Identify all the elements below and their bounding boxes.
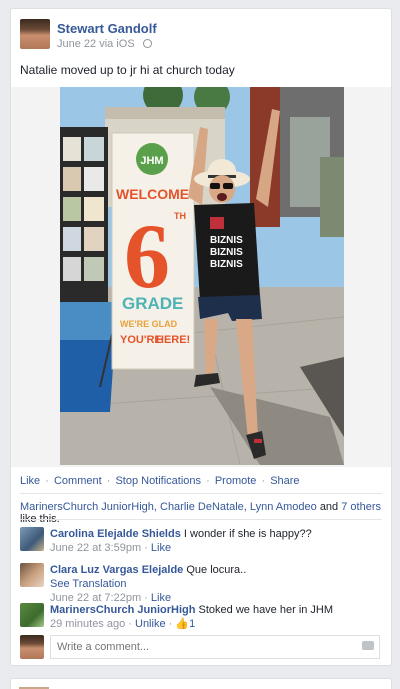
- comment-body: Clara Luz Vargas Elejalde Que locura.. S…: [50, 563, 380, 605]
- shirt-text-3: BIZNIS: [210, 259, 243, 270]
- viewer-avatar: [20, 635, 44, 659]
- separator: ·: [258, 475, 269, 487]
- post-meta: June 22 via iOS: [57, 38, 152, 50]
- thumbs-up-icon[interactable]: 👍: [175, 618, 189, 630]
- author-name[interactable]: Stewart Gandolf: [57, 21, 157, 36]
- comment-author[interactable]: Carolina Elejalde Shields: [50, 528, 181, 540]
- separator: ·: [203, 475, 213, 487]
- likes-summary: MarinersChurch JuniorHigh, Charlie DeNat…: [20, 501, 391, 525]
- post-date[interactable]: June 22 via iOS: [57, 38, 135, 50]
- share-link[interactable]: Share: [270, 475, 299, 487]
- comment-body: Carolina Elejalde Shields I wonder if sh…: [50, 527, 380, 555]
- shirt-text-2: BIZNIS: [210, 247, 243, 258]
- sign-welcome: WELCOME: [116, 186, 189, 202]
- comment: Carolina Elejalde Shields I wonder if sh…: [20, 527, 382, 555]
- comment: Clara Luz Vargas Elejalde Que locura.. S…: [20, 563, 382, 605]
- author-avatar[interactable]: [20, 19, 50, 49]
- see-translation-link[interactable]: See Translation: [50, 577, 380, 591]
- next-post-card: [10, 678, 392, 689]
- photo-frame[interactable]: JHM WELCOME 6 TH GRADE WE'RE GLAD YOU'RE…: [11, 87, 391, 467]
- divider: [20, 519, 382, 520]
- comment-author[interactable]: MarinersChurch JuniorHigh: [50, 604, 195, 616]
- shirt-text-1: BIZNIS: [210, 235, 243, 246]
- comment-meta: 29 minutes ago · Unlike · 👍1: [50, 617, 380, 631]
- sign-grade: GRADE: [122, 294, 183, 313]
- post-actions: Like · Comment · Stop Notifications · Pr…: [20, 475, 300, 487]
- comment-avatar[interactable]: [20, 527, 44, 551]
- comment-text: Stoked we have her in JHM: [198, 604, 334, 616]
- sign-here: HERE!: [156, 334, 190, 346]
- comment-like-count[interactable]: 1: [189, 618, 195, 630]
- write-comment-row: [20, 633, 382, 659]
- privacy-globe-icon[interactable]: [142, 39, 152, 48]
- camera-icon[interactable]: [362, 641, 374, 650]
- comment-text: I wonder if she is happy??: [183, 528, 312, 540]
- comment-meta: June 22 at 3:59pm · Like: [50, 541, 380, 555]
- promote-link[interactable]: Promote: [215, 475, 257, 487]
- comment-avatar[interactable]: [20, 603, 44, 627]
- post-text: Natalie moved up to jr hi at church toda…: [20, 63, 235, 77]
- separator: ·: [103, 475, 114, 487]
- separator: ·: [165, 618, 176, 630]
- comment-avatar[interactable]: [20, 563, 44, 587]
- divider: [20, 493, 382, 494]
- likers-others-link[interactable]: 7 others: [341, 501, 381, 513]
- comment-time[interactable]: 29 minutes ago: [50, 618, 125, 630]
- post-photo[interactable]: JHM WELCOME 6 TH GRADE WE'RE GLAD YOU'RE…: [60, 87, 344, 465]
- comment-author[interactable]: Clara Luz Vargas Elejalde: [50, 564, 183, 576]
- like-link[interactable]: Like: [20, 475, 40, 487]
- sign-number: 6: [124, 205, 170, 307]
- separator: ·: [125, 618, 135, 630]
- likers-names[interactable]: MarinersChurch JuniorHigh, Charlie DeNat…: [20, 501, 317, 513]
- sign-were-glad: WE'RE GLAD: [120, 319, 178, 329]
- separator: ·: [42, 475, 52, 487]
- comment-time[interactable]: June 22 at 3:59pm: [50, 542, 141, 554]
- post-card: Stewart Gandolf June 22 via iOS Natalie …: [10, 8, 392, 666]
- comment: MarinersChurch JuniorHigh Stoked we have…: [20, 603, 382, 631]
- separator: ·: [141, 542, 151, 554]
- comment-input[interactable]: [50, 635, 380, 659]
- sign-ordinal: TH: [174, 211, 186, 221]
- sign-badge: JHM: [140, 155, 163, 167]
- comment-link[interactable]: Comment: [54, 475, 102, 487]
- comment-unlike-link[interactable]: Unlike: [135, 618, 166, 630]
- comment-body: MarinersChurch JuniorHigh Stoked we have…: [50, 603, 380, 631]
- stop-notifications-link[interactable]: Stop Notifications: [115, 475, 201, 487]
- comment-text: Que locura..: [186, 564, 247, 576]
- comment-like-link[interactable]: Like: [151, 542, 171, 554]
- likes-and: and: [319, 501, 339, 513]
